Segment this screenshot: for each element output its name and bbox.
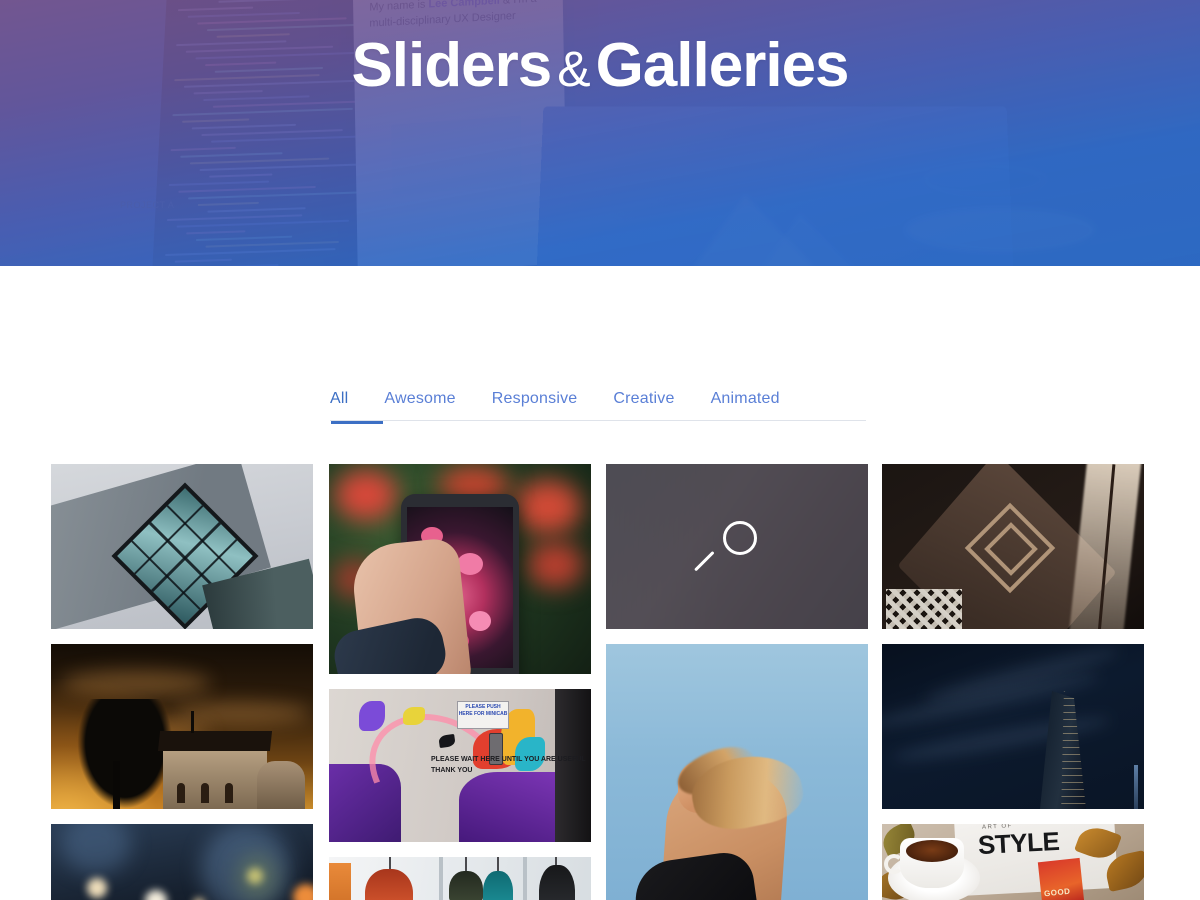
bokeh-dot-4 [247, 868, 263, 884]
graffiti-splash-lime [403, 707, 425, 725]
filter-tab-all[interactable]: All [330, 390, 366, 408]
bokeh-flower-1 [335, 470, 397, 520]
gallery-item-night-skyscraper[interactable] [882, 644, 1144, 809]
photo-glass-roof-architecture [51, 464, 313, 629]
bokeh-dot-5 [293, 884, 313, 900]
photo-tea-cup-magazine: ART OF STYLE GOOD [882, 824, 1144, 900]
church-nave [163, 747, 267, 809]
gallery-item-graffiti-street-art-wall[interactable]: PLEASE PUSH HERE FOR MINICAB PLEASE WAIT… [329, 689, 591, 842]
window-mullion-1 [439, 857, 443, 900]
page-title-ampersand: & [557, 41, 590, 97]
magnifier-lens [723, 520, 757, 555]
tree-trunk [113, 761, 120, 809]
tea-liquid [906, 840, 958, 862]
graffiti-splash-violet [359, 701, 385, 731]
page-title-part1: Sliders [351, 31, 552, 100]
bokeh-smudge-2 [61, 824, 131, 874]
bokeh-dot-1 [87, 878, 107, 898]
filter-tab-creative[interactable]: Creative [613, 390, 692, 408]
church-window-1 [177, 783, 185, 803]
hero-banner: My name is Lee Campbell & I'm a multi-di… [0, 0, 1200, 266]
gallery-item-church-at-sunset[interactable] [51, 644, 313, 809]
checker-floor-tiles [886, 589, 962, 629]
bokeh-dot-2 [145, 890, 167, 900]
church-window-2 [201, 783, 209, 803]
graffiti-wall-text: PLEASE WAIT HERE UNTIL YOU ARE USEFUL TH… [431, 756, 586, 774]
gallery-filter-tabs[interactable]: All Awesome Responsive Creative Animated [330, 390, 866, 421]
sleeve-shape [329, 613, 451, 674]
orange-panel [329, 863, 351, 900]
photo-woman-portrait-blue-sky [606, 644, 868, 900]
photo-spiral-staircase [882, 464, 1144, 629]
page-title: Sliders &Galleries [0, 31, 1200, 100]
gallery-column-3 [606, 464, 868, 900]
page-title-part2: Galleries [595, 31, 850, 100]
magnifier-zoom-icon[interactable] [694, 519, 765, 575]
photo-hand-holding-phone-flowers [329, 464, 591, 674]
church-roof [157, 731, 273, 751]
bokeh-flower-2 [515, 480, 581, 534]
photo-bokeh-city-lights [51, 824, 313, 900]
gallery-column-4: ART OF STYLE GOOD [882, 464, 1144, 900]
active-tab-underline [331, 421, 383, 424]
lamp-shade-teal [483, 871, 513, 900]
church-window-3 [225, 783, 233, 803]
gallery-item-tea-cup-magazine[interactable]: ART OF STYLE GOOD [882, 824, 1144, 900]
filter-tab-responsive[interactable]: Responsive [492, 390, 596, 408]
tea-cup-handle [884, 854, 904, 874]
gallery-item-hand-holding-phone-flowers[interactable] [329, 464, 591, 674]
photo-church-at-sunset [51, 644, 313, 809]
gallery-column-2: PLEASE PUSH HERE FOR MINICAB PLEASE WAIT… [329, 464, 591, 900]
magnifier-handle [694, 550, 715, 571]
gallery-grid: PLEASE PUSH HERE FOR MINICAB PLEASE WAIT… [51, 464, 1145, 900]
gallery-item-hover-overlay[interactable] [606, 464, 868, 629]
tree-silhouette [77, 699, 173, 809]
filter-tab-awesome[interactable]: Awesome [384, 390, 473, 408]
church-apse [257, 761, 305, 809]
screen-petal-4 [469, 611, 491, 631]
gallery-item-woman-portrait-blue-sky[interactable] [606, 644, 868, 900]
construction-crane [1134, 765, 1138, 809]
filter-tab-animated[interactable]: Animated [711, 390, 780, 408]
minicab-sign: PLEASE PUSH HERE FOR MINICAB [457, 701, 509, 729]
bokeh-flower-3 [527, 542, 583, 588]
church-spire [191, 711, 194, 733]
gallery-item-spiral-staircase[interactable] [882, 464, 1144, 629]
screen-petal-2 [457, 553, 483, 575]
lamp-shade-dark [449, 871, 483, 900]
gallery-item-pendant-lamps-interior[interactable] [329, 857, 591, 900]
gallery-item-bokeh-city-lights[interactable] [51, 824, 313, 900]
gallery-column-1 [51, 464, 313, 900]
gallery-item-glass-roof-architecture[interactable] [51, 464, 313, 629]
photo-graffiti-street-art-wall: PLEASE PUSH HERE FOR MINICAB PLEASE WAIT… [329, 689, 591, 842]
gallery-item-grey-abstract-curve[interactable] [606, 464, 868, 629]
cloud-1 [61, 670, 211, 696]
magazine-title: STYLE [977, 825, 1060, 861]
photo-pendant-lamps-interior [329, 857, 591, 900]
photo-night-skyscraper [882, 644, 1144, 809]
window-mullion-2 [523, 857, 527, 900]
